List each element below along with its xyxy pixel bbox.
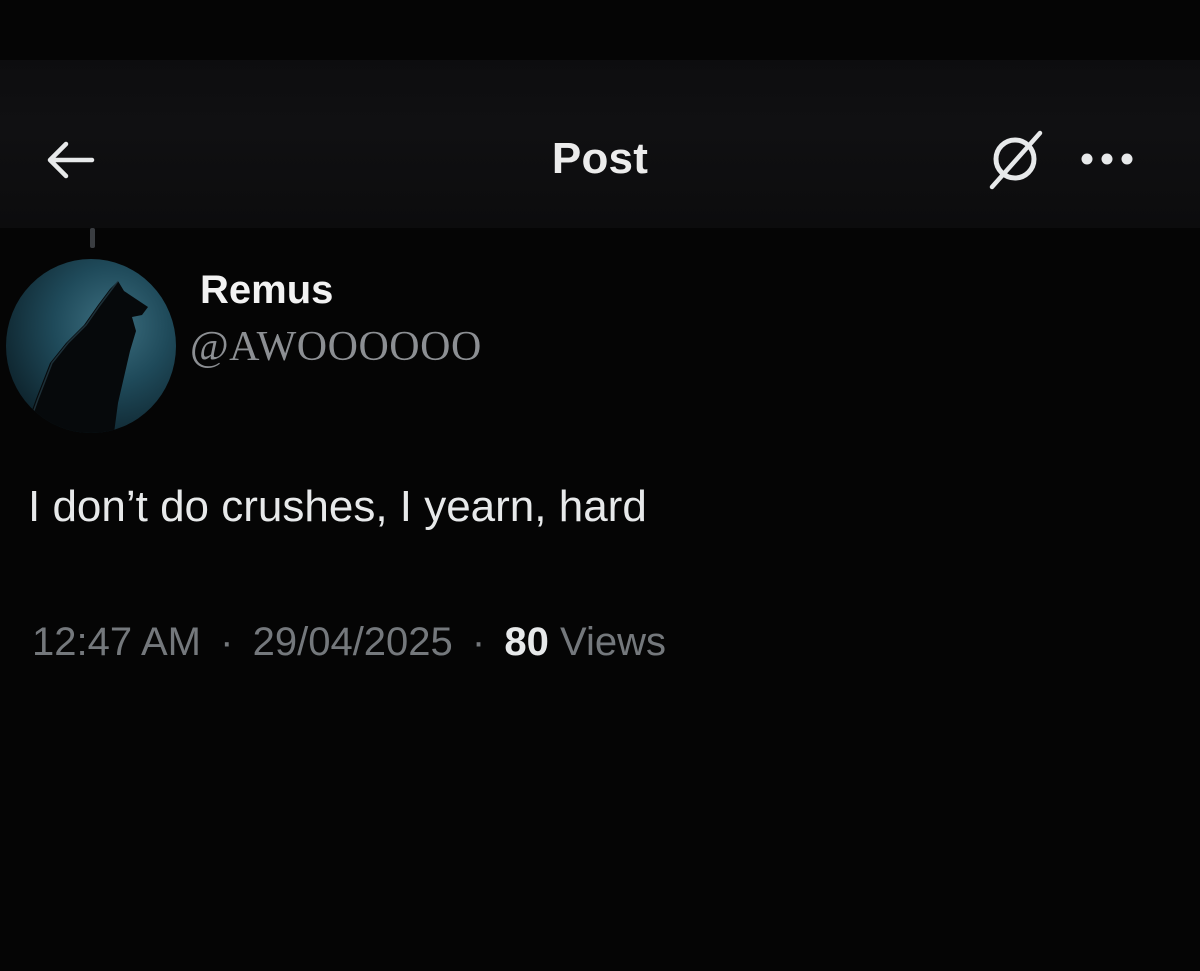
author-handle[interactable]: @AWOOOOOO <box>190 323 482 371</box>
howling-wolf-avatar <box>6 259 176 433</box>
more-options-button[interactable] <box>1072 136 1142 186</box>
back-button[interactable] <box>38 130 102 194</box>
grok-button[interactable] <box>978 126 1054 196</box>
thread-connector-line <box>90 228 95 248</box>
post-metadata: 12:47 AM · 29/04/2025 · 80 Views <box>32 620 666 665</box>
separator-dot: · <box>471 620 486 664</box>
grok-slash-circle-icon <box>984 127 1048 196</box>
separator-dot: · <box>220 620 234 664</box>
post-date[interactable]: 29/04/2025 <box>253 620 453 664</box>
arrow-left-icon <box>42 138 98 187</box>
ellipsis-icon <box>1079 151 1135 172</box>
status-area <box>0 0 1200 60</box>
views-label: Views <box>560 620 666 664</box>
avatar[interactable] <box>6 259 176 433</box>
post-text: I don’t do crushes, I yearn, hard <box>28 482 647 531</box>
author-display-name[interactable]: Remus <box>200 268 333 313</box>
views-count: 80 <box>504 620 549 664</box>
post-time[interactable]: 12:47 AM <box>32 620 201 664</box>
